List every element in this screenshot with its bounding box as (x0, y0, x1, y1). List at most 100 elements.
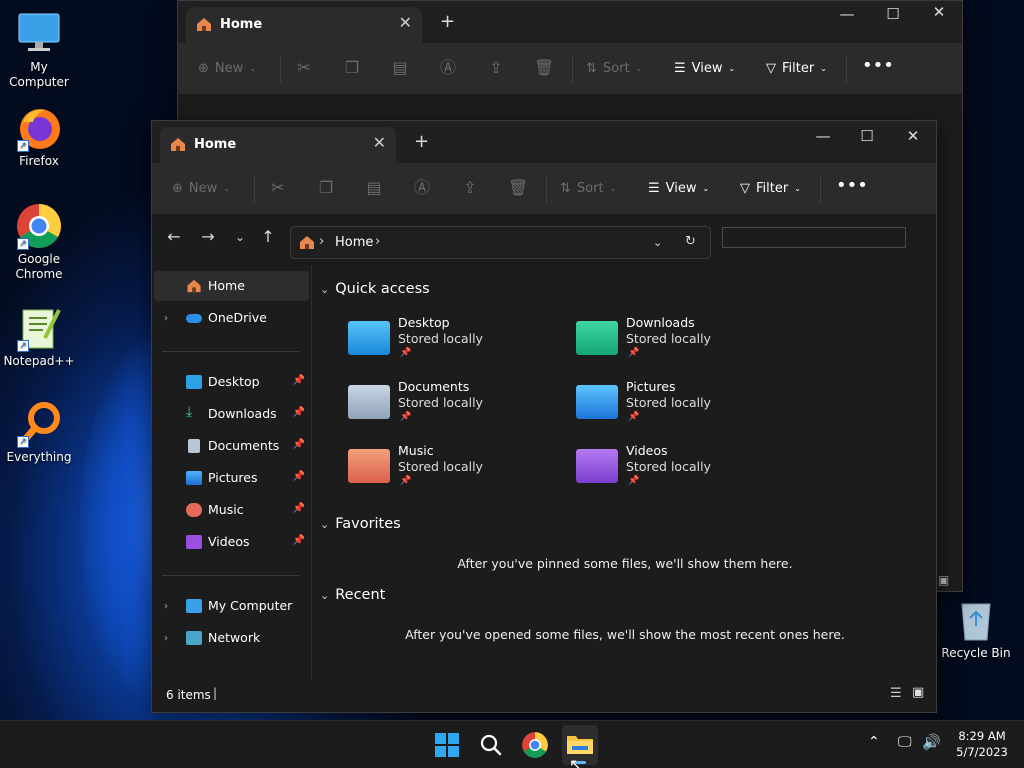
section-recent[interactable]: ⌄ Recent (320, 587, 385, 603)
tab-home[interactable]: Home ✕ (160, 127, 396, 163)
desktop-icon-notepadpp[interactable]: ↗ Notepad++ (0, 304, 78, 369)
desktop-icon-label: My Computer (9, 60, 69, 89)
large-icons-view-icon[interactable]: ▣ (938, 573, 949, 587)
expand-chevron-icon[interactable]: › (164, 601, 168, 612)
new-button[interactable]: ⊕ New ⌄ (198, 61, 256, 76)
desktop-icon-everything[interactable]: ↗ Everything (0, 400, 78, 465)
view-button[interactable]: ☰ View ⌄ (674, 61, 735, 76)
pin-icon[interactable]: 📌 (293, 503, 305, 514)
expand-chevron-icon[interactable]: › (164, 313, 168, 324)
desktop-icon-firefox[interactable]: ↗ Firefox (0, 104, 78, 169)
sidebar-item-network[interactable]: › Network (154, 623, 309, 653)
forward-arrow-icon[interactable]: → (196, 227, 220, 246)
quick-access-item-videos[interactable]: Videos Stored locally 📌 (576, 443, 786, 495)
show-hidden-icons-chevron-icon[interactable]: ⌃ (868, 734, 880, 750)
sidebar-item-documents[interactable]: Documents 📌 (154, 431, 309, 461)
chevron-down-icon: ⌄ (609, 184, 617, 193)
rename-icon[interactable]: Ⓐ (438, 58, 458, 78)
more-options-button[interactable]: ••• (836, 175, 868, 196)
sort-button[interactable]: ⇅ Sort ⌄ (560, 181, 616, 196)
clock[interactable]: 8:29 AM 5/7/2023 (950, 728, 1014, 760)
sidebar-item-videos[interactable]: Videos 📌 (154, 527, 309, 557)
minimize-button[interactable]: — (800, 127, 846, 145)
view-label: View (691, 61, 723, 76)
address-dropdown-chevron-icon[interactable]: ⌄ (653, 236, 662, 249)
delete-icon[interactable]: 🗑 (534, 58, 554, 78)
status-divider: | (213, 686, 218, 700)
details-view-icon[interactable]: ☰ (890, 686, 902, 701)
delete-icon[interactable]: 🗑 (508, 178, 528, 198)
sidebar-item-desktop[interactable]: Desktop 📌 (154, 367, 309, 397)
sidebar-item-home[interactable]: Home (154, 271, 309, 301)
start-windows-icon[interactable] (433, 731, 461, 759)
explorer-window[interactable]: Home ✕ + — ☐ ✕ ⊕ New ⌄ ✂ ❐ ▤ Ⓐ ⇪ 🗑 ⇅ Sort ⌄ … (151, 120, 937, 713)
copy-icon[interactable]: ❐ (316, 178, 336, 198)
recent-locations-chevron-icon[interactable]: ⌄ (228, 230, 252, 244)
close-window-button[interactable]: ✕ (890, 127, 936, 145)
shortcut-arrow-icon: ↗ (17, 436, 29, 448)
close-tab-icon[interactable]: ✕ (399, 13, 412, 32)
desktop-icon-recycle-bin[interactable]: Recycle Bin (936, 596, 1016, 661)
quick-access-item-pictures[interactable]: Pictures Stored locally 📌 (576, 379, 786, 431)
view-button[interactable]: ☰ View ⌄ (648, 181, 709, 196)
new-button[interactable]: ⊕ New ⌄ (172, 181, 230, 196)
pin-icon[interactable]: 📌 (293, 375, 305, 386)
desktop-icon-my-computer[interactable]: My Computer (0, 10, 78, 90)
section-quick-access[interactable]: ⌄ Quick access (320, 281, 430, 297)
maximize-button[interactable]: ☐ (870, 5, 916, 23)
up-arrow-icon[interactable]: ↑ (256, 227, 280, 246)
sidebar-item-pictures[interactable]: Pictures 📌 (154, 463, 309, 493)
desktop-icon-chrome[interactable]: ↗ Google Chrome (0, 202, 78, 282)
sort-icon: ⇅ (586, 61, 597, 76)
sort-button[interactable]: ⇅ Sort ⌄ (586, 61, 642, 76)
breadcrumb-current[interactable]: Home (335, 235, 373, 250)
minimize-button[interactable]: — (824, 5, 870, 23)
sidebar-item-onedrive[interactable]: › OneDrive (154, 303, 309, 333)
collapse-chevron-icon[interactable]: ⌄ (320, 283, 329, 296)
pin-icon[interactable]: 📌 (293, 407, 305, 418)
maximize-button[interactable]: ☐ (844, 127, 890, 145)
rename-icon[interactable]: Ⓐ (412, 178, 432, 198)
cut-icon[interactable]: ✂ (268, 178, 288, 198)
sidebar-item-my-computer[interactable]: › My Computer (154, 591, 309, 621)
new-tab-button[interactable]: + (414, 131, 429, 152)
paste-icon[interactable]: ▤ (364, 178, 384, 198)
sidebar-item-music[interactable]: Music 📌 (154, 495, 309, 525)
close-window-button[interactable]: ✕ (916, 3, 962, 21)
share-icon[interactable]: ⇪ (460, 178, 480, 198)
refresh-icon[interactable]: ↻ (685, 234, 696, 249)
quick-access-item-downloads[interactable]: Downloads Stored locally 📌 (576, 315, 786, 367)
network-status-icon[interactable]: 🖵 (898, 734, 912, 750)
volume-icon[interactable]: 🔊 (922, 733, 941, 751)
quick-access-item-documents[interactable]: Documents Stored locally 📌 (348, 379, 558, 431)
quick-access-item-music[interactable]: Music Stored locally 📌 (348, 443, 558, 495)
quick-access-item-desktop[interactable]: Desktop Stored locally 📌 (348, 315, 558, 367)
close-tab-icon[interactable]: ✕ (373, 133, 386, 152)
breadcrumb-separator-icon[interactable]: › (375, 234, 380, 249)
filter-button[interactable]: ▽ Filter ⌄ (740, 181, 801, 196)
collapse-chevron-icon[interactable]: ⌄ (320, 589, 329, 602)
paste-icon[interactable]: ▤ (390, 58, 410, 78)
sidebar-item-downloads[interactable]: ⤓ Downloads 📌 (154, 399, 309, 429)
new-tab-button[interactable]: + (440, 11, 455, 32)
tab-home[interactable]: Home ✕ (186, 7, 422, 43)
address-bar[interactable]: › Home › ⌄ ↻ (290, 226, 711, 259)
large-icons-view-icon[interactable]: ▣ (912, 685, 924, 700)
search-icon[interactable] (477, 731, 505, 759)
more-options-button[interactable]: ••• (862, 55, 894, 76)
chrome-taskbar-icon[interactable] (521, 731, 549, 759)
search-input[interactable] (722, 227, 906, 248)
expand-chevron-icon[interactable]: › (164, 633, 168, 644)
cut-icon[interactable]: ✂ (294, 58, 314, 78)
section-favorites[interactable]: ⌄ Favorites (320, 516, 401, 532)
item-status: Stored locally (398, 395, 483, 410)
filter-button[interactable]: ▽ Filter ⌄ (766, 61, 827, 76)
pin-icon[interactable]: 📌 (293, 471, 305, 482)
back-arrow-icon[interactable]: ← (162, 227, 186, 246)
collapse-chevron-icon[interactable]: ⌄ (320, 518, 329, 531)
copy-icon[interactable]: ❐ (342, 58, 362, 78)
share-icon[interactable]: ⇪ (486, 58, 506, 78)
item-name: Music (398, 443, 434, 458)
pin-icon[interactable]: 📌 (293, 535, 305, 546)
pin-icon[interactable]: 📌 (293, 439, 305, 450)
